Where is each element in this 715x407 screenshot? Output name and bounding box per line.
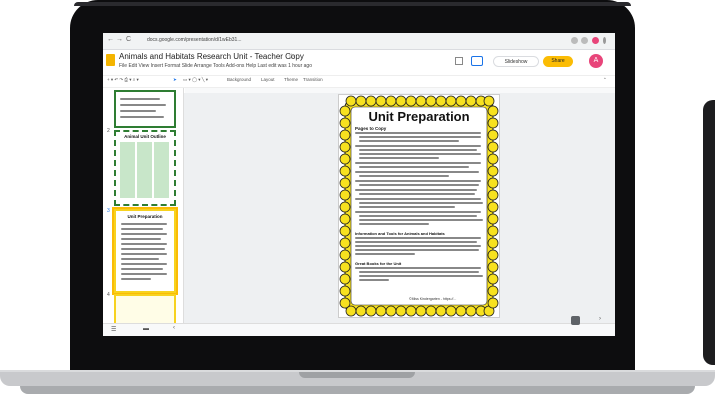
forward-icon[interactable]: → [116,36,123,44]
toolbar-icons[interactable]: + ▾ ↶ ↷ ⎙ ▾ ⌕ ▾ [107,77,139,83]
meet-icon[interactable] [471,56,483,66]
menu-bar[interactable]: File Edit View Insert Format Slide Arran… [119,63,312,69]
current-slide[interactable]: Unit Preparation Pages to Copy Informati… [338,94,500,318]
extension-icon[interactable] [581,37,588,44]
slides-logo-icon[interactable] [106,54,115,66]
avatar[interactable]: A [589,54,603,68]
slide-body-text [355,237,483,259]
laptop-foot [20,386,695,394]
share-button[interactable]: Share [543,56,573,67]
slide-title: Unit Preparation [368,109,470,124]
toolbar-theme[interactable]: Theme [284,77,298,82]
slide-number: 4 [107,292,110,298]
ruler [185,88,615,93]
thumbnail-column [137,142,152,198]
star-icon[interactable]: ☆ [288,52,295,61]
thumbnail-title: Unit Preparation [127,214,163,219]
comments-icon[interactable] [455,57,463,65]
laptop-notch [299,372,415,378]
toolbar-layout[interactable]: Layout [261,77,275,82]
section-heading: Great Books for the Unit [355,261,402,266]
shape-tools-icons[interactable]: ▭ ▾ ◯ ▾ ╲ ▾ [183,77,208,83]
extension-icon[interactable] [571,37,578,44]
bottom-bar [103,323,615,336]
laptop-screen: ← → C docs.google.com/presentation/d/1wE… [103,33,615,336]
profile-icon[interactable] [592,37,599,44]
collapse-icon[interactable]: ⌃ [603,77,607,83]
slide-thumbnail-3[interactable]: Unit Preparation [112,207,178,295]
slideshow-button[interactable]: Slideshow [493,56,539,67]
collapse-panel-icon[interactable]: ‹ [173,325,175,331]
reload-icon[interactable]: C [126,36,131,44]
thumbnail-column [154,142,169,198]
slide-footer: ©Miss Kindergarten - https://... [409,297,457,301]
toolbar-transition[interactable]: Transition [303,77,323,82]
section-heading: Information and Tools for Animals and Ha… [355,231,445,236]
thumbnail-title: Animal Unit Outline [124,134,166,139]
back-icon[interactable]: ← [107,36,114,44]
thumbnail-column [120,142,135,198]
second-device-edge [703,100,715,365]
slide-body-text [355,132,483,228]
grid-view-icon[interactable]: ☰ [111,326,116,333]
section-heading: Pages to Copy [355,126,387,131]
slide-body-text [355,267,483,287]
slide-thumbnail-2[interactable]: Animal Unit Outline [114,130,176,206]
explore-icon[interactable] [571,316,580,325]
address-text[interactable]: docs.google.com/presentation/d/1wEb31... [147,37,242,43]
expand-icon[interactable]: › [599,316,601,322]
toolbar-background[interactable]: Background [227,77,251,82]
filmstrip-view-icon[interactable]: ▬ [143,326,149,332]
toolbar [103,75,615,88]
slide-number: 3 [107,208,110,214]
slide-thumbnail-4[interactable] [114,294,176,326]
menu-icon[interactable] [603,37,606,44]
slide-number: 2 [107,128,110,134]
filmstrip: 2 Animal Unit Outline 3 Unit Preparation… [103,88,184,326]
document-title[interactable]: Animals and Habitats Research Unit - Tea… [119,52,304,61]
slide-thumbnail-1[interactable] [114,90,176,128]
laptop-lid-highlight [74,2,631,6]
select-tool-icon[interactable]: ➤ [173,77,177,83]
